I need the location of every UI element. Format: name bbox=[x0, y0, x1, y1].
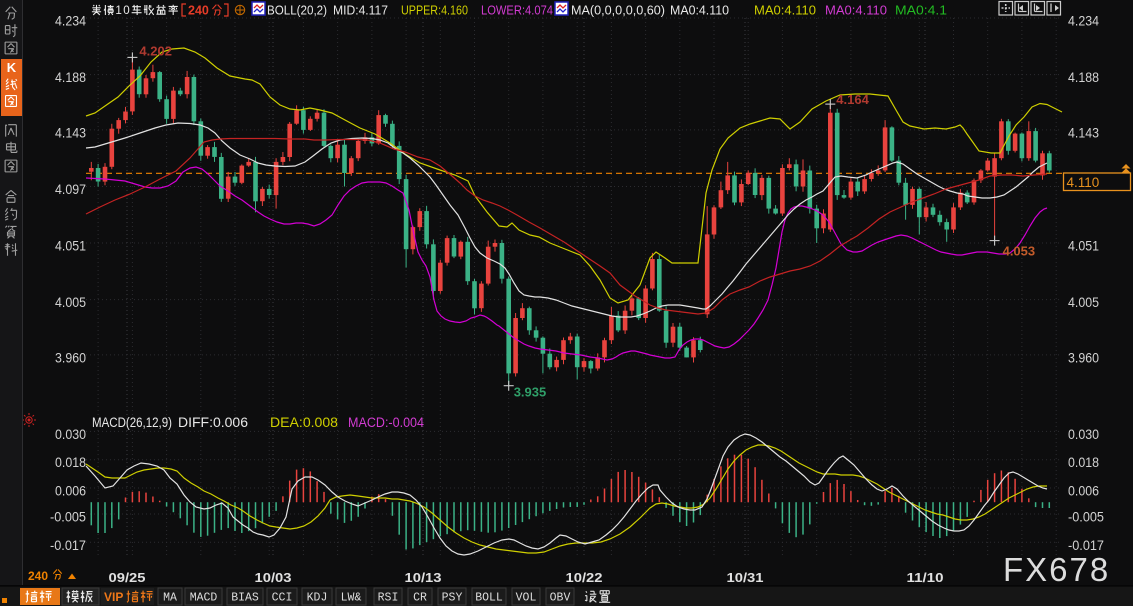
svg-text:MACD(26,12,9): MACD(26,12,9) bbox=[92, 415, 172, 430]
svg-text:CR: CR bbox=[413, 592, 427, 605]
svg-text:PSY: PSY bbox=[442, 592, 463, 605]
svg-text:MACD:-0.004: MACD:-0.004 bbox=[348, 415, 424, 430]
svg-text:MA(0,0,0,0,0,60): MA(0,0,0,0,0,60) bbox=[571, 3, 665, 18]
svg-text:11/10: 11/10 bbox=[907, 570, 944, 585]
svg-text:4.097: 4.097 bbox=[55, 182, 86, 197]
svg-text:-0.005: -0.005 bbox=[50, 510, 86, 525]
svg-text:4.005: 4.005 bbox=[1068, 295, 1099, 310]
svg-text:4.051: 4.051 bbox=[1068, 239, 1099, 254]
svg-text:MA0:4.110: MA0:4.110 bbox=[754, 3, 816, 18]
svg-text:4.005: 4.005 bbox=[55, 295, 86, 310]
svg-text:4.234: 4.234 bbox=[55, 14, 86, 29]
svg-text:FX678: FX678 bbox=[1003, 551, 1110, 588]
svg-text:OBV: OBV bbox=[550, 592, 571, 605]
svg-text:VIP: VIP bbox=[104, 590, 123, 604]
svg-text:RSI: RSI bbox=[378, 592, 399, 605]
svg-text:CCI: CCI bbox=[272, 592, 293, 605]
svg-text:3.960: 3.960 bbox=[1068, 350, 1099, 365]
svg-text:0.018: 0.018 bbox=[1068, 455, 1099, 470]
svg-text:VOL: VOL bbox=[516, 592, 537, 605]
svg-text:10/31: 10/31 bbox=[727, 570, 764, 585]
svg-text:LW&: LW& bbox=[341, 592, 362, 605]
svg-text:0.006: 0.006 bbox=[55, 484, 86, 499]
svg-text:K: K bbox=[7, 60, 17, 75]
svg-text:BOLL(20,2): BOLL(20,2) bbox=[267, 3, 327, 18]
svg-text:240: 240 bbox=[188, 4, 209, 18]
svg-text:DIFF:0.006: DIFF:0.006 bbox=[178, 415, 248, 430]
svg-text:MA0:4.1: MA0:4.1 bbox=[895, 3, 947, 18]
svg-text:4.143: 4.143 bbox=[55, 125, 86, 140]
svg-text:4.188: 4.188 bbox=[1068, 70, 1099, 85]
svg-text:4.143: 4.143 bbox=[1068, 125, 1099, 140]
svg-text:UPPER:4.160: UPPER:4.160 bbox=[401, 3, 468, 18]
svg-text:4.051: 4.051 bbox=[55, 239, 86, 254]
svg-text:4.202: 4.202 bbox=[139, 43, 172, 58]
svg-text:BOLL: BOLL bbox=[475, 592, 503, 605]
svg-text:4.234: 4.234 bbox=[1068, 14, 1099, 29]
svg-text:10/03: 10/03 bbox=[255, 570, 292, 585]
svg-text:4.164: 4.164 bbox=[836, 92, 869, 107]
svg-text:BIAS: BIAS bbox=[231, 592, 259, 605]
svg-text:4.053: 4.053 bbox=[1003, 244, 1036, 259]
svg-text:3.960: 3.960 bbox=[55, 350, 86, 365]
svg-text:MACD: MACD bbox=[190, 592, 218, 605]
svg-text:KDJ: KDJ bbox=[307, 592, 328, 605]
svg-text:LOWER:4.074: LOWER:4.074 bbox=[481, 3, 553, 18]
svg-text:MA0:4.110: MA0:4.110 bbox=[670, 3, 729, 18]
svg-text:4.188: 4.188 bbox=[55, 70, 86, 85]
svg-text:10/13: 10/13 bbox=[405, 570, 442, 585]
svg-text:4.110: 4.110 bbox=[1067, 175, 1100, 190]
svg-text:0.018: 0.018 bbox=[55, 455, 86, 470]
svg-text:MA: MA bbox=[163, 592, 177, 605]
svg-text:10/22: 10/22 bbox=[566, 570, 603, 585]
svg-text:09/25: 09/25 bbox=[109, 570, 146, 585]
svg-text:0.030: 0.030 bbox=[1068, 427, 1099, 442]
svg-text:1: 1 bbox=[115, 4, 121, 17]
svg-text:0.030: 0.030 bbox=[55, 427, 86, 442]
svg-text:240: 240 bbox=[28, 569, 48, 583]
svg-text:DEA:0.008: DEA:0.008 bbox=[270, 415, 338, 430]
svg-text:-0.005: -0.005 bbox=[1068, 510, 1104, 525]
svg-text:3.935: 3.935 bbox=[514, 385, 547, 400]
svg-text:-0.017: -0.017 bbox=[50, 538, 86, 553]
svg-text:0.006: 0.006 bbox=[1068, 484, 1099, 499]
svg-text:MA0:4.110: MA0:4.110 bbox=[825, 3, 887, 18]
svg-text:MID:4.117: MID:4.117 bbox=[333, 3, 388, 18]
svg-text:0: 0 bbox=[123, 4, 129, 17]
